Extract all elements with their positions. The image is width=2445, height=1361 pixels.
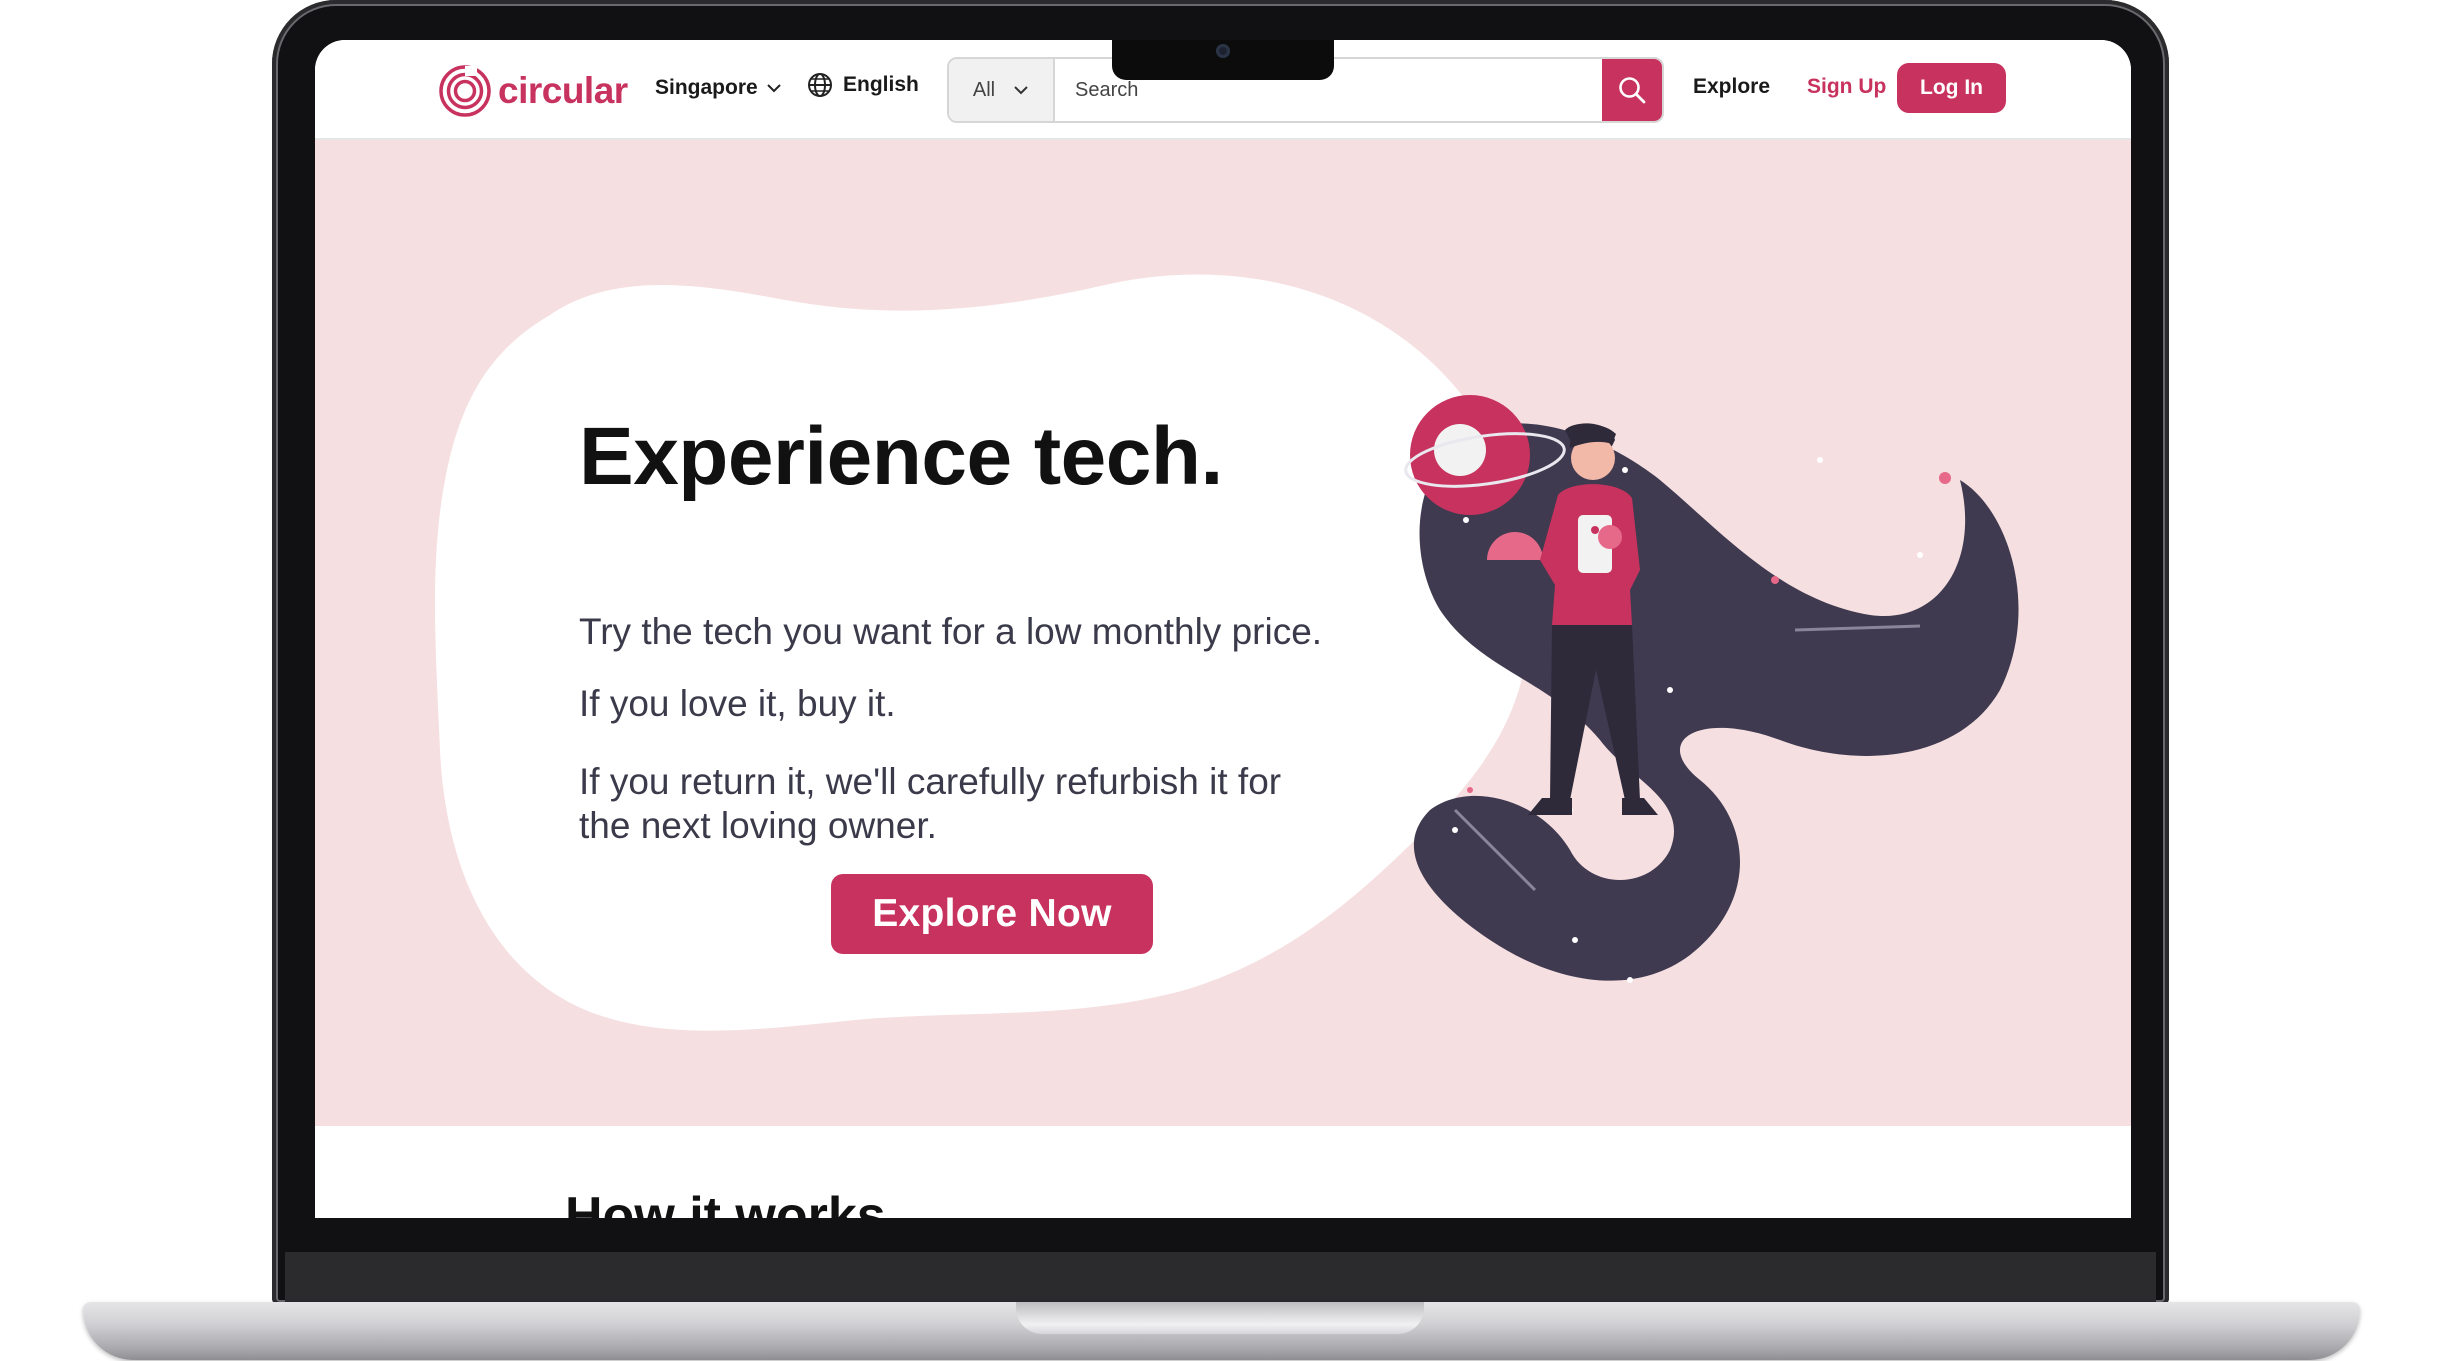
how-it-works-heading: How it works bbox=[565, 1187, 886, 1218]
hero-line-3: If you return it, we'll carefully refurb… bbox=[579, 761, 1282, 846]
chevron-down-icon bbox=[1014, 86, 1028, 95]
region-label: Singapore bbox=[655, 76, 758, 99]
search-category-select[interactable]: All bbox=[949, 59, 1055, 121]
logo-ring-icon bbox=[439, 65, 491, 117]
hero-line-2: If you love it, buy it. bbox=[579, 683, 896, 724]
hero-title: Experience tech. bbox=[579, 411, 1223, 502]
camera-notch bbox=[1112, 40, 1334, 80]
camera-icon bbox=[1216, 44, 1230, 58]
brand-name: circular bbox=[498, 70, 628, 111]
laptop-base-notch bbox=[1016, 1302, 1424, 1334]
region-selector[interactable]: Singapore bbox=[655, 76, 782, 100]
search-icon bbox=[1619, 77, 1646, 104]
nav-signup-link[interactable]: Sign Up bbox=[1807, 75, 1886, 99]
laptop-bezel-bottom bbox=[285, 1252, 2156, 1302]
language-selector[interactable]: English bbox=[807, 72, 919, 98]
search-category-label: All bbox=[972, 78, 996, 101]
language-label: English bbox=[843, 73, 919, 96]
logo[interactable]: circular bbox=[438, 64, 628, 118]
nav-explore-link[interactable]: Explore bbox=[1693, 75, 1770, 99]
hero-section: Experience tech. Try the tech you want f… bbox=[315, 140, 2131, 1126]
explore-now-button[interactable]: Explore Now bbox=[831, 874, 1153, 954]
chevron-down-icon bbox=[766, 84, 781, 93]
hero-illustration bbox=[1404, 395, 2019, 983]
search-button[interactable] bbox=[1602, 59, 1662, 121]
globe-icon bbox=[808, 73, 832, 97]
login-button[interactable]: Log In bbox=[1897, 63, 2006, 113]
hero-line-1: Try the tech you want for a low monthly … bbox=[579, 611, 1323, 652]
laptop-screen: circular Singapore English All Search Ex… bbox=[315, 40, 2131, 1218]
